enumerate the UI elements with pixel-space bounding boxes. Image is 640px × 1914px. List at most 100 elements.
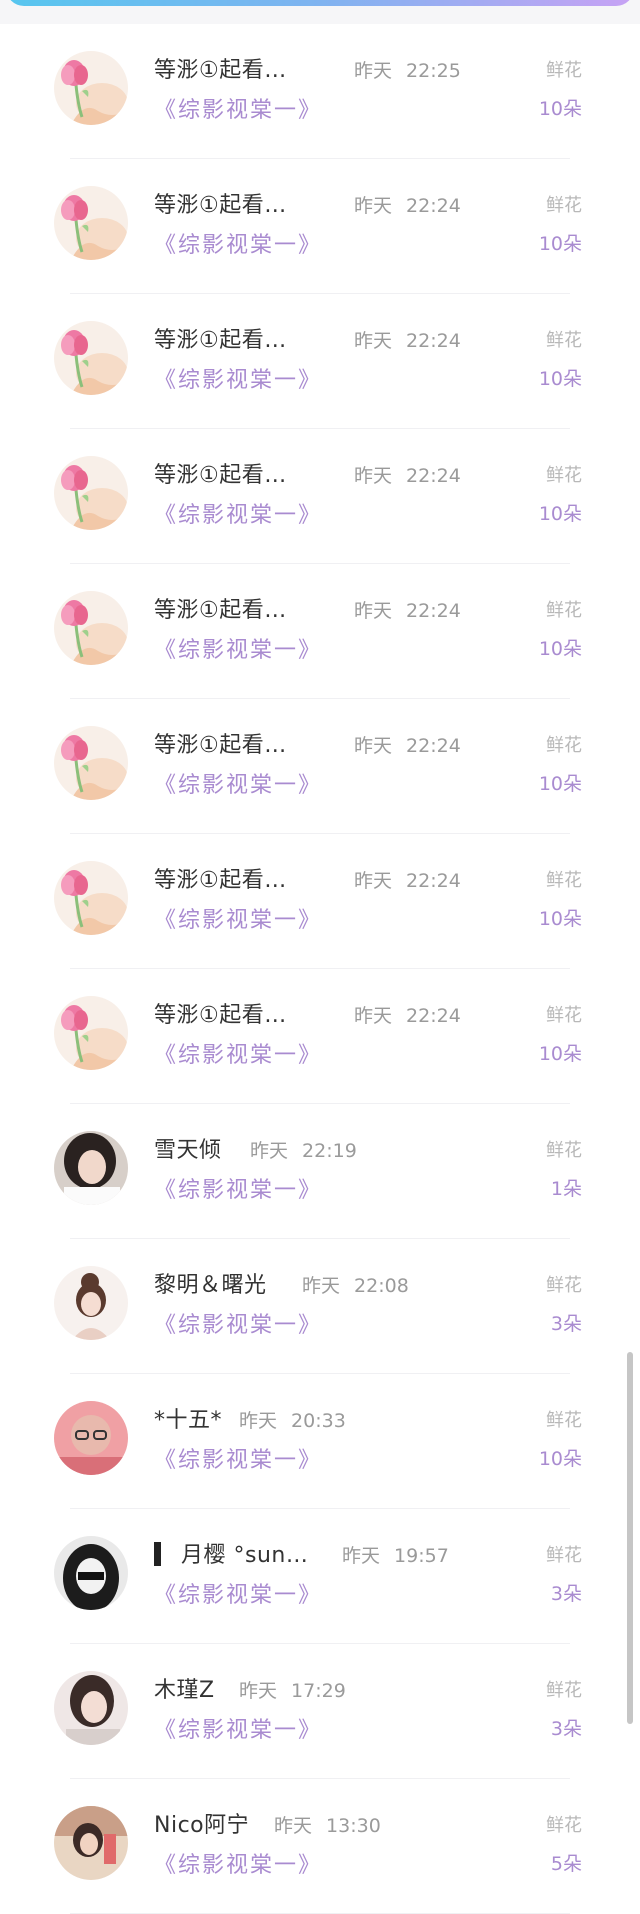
user-name-text: 等浵①起看… [154, 733, 287, 758]
tulip-avatar[interactable] [54, 861, 128, 935]
gift-count: 1朵 [550, 1178, 582, 1200]
user-name-text: 月樱 °sun… [181, 1543, 309, 1568]
gift-record-row[interactable]: 雪天倾 昨天 22:19 《综影视棠一》 鲜花 1朵 [0, 1104, 640, 1239]
user-name[interactable]: 等浵①起看… [154, 52, 287, 84]
user-name-text: 等浵①起看… [154, 598, 287, 623]
book-title-link[interactable]: 《综影视棠一》 [154, 92, 322, 124]
gift-timestamp: 昨天 20:33 [239, 1410, 346, 1432]
book-title-link[interactable]: 《综影视棠一》 [154, 1712, 322, 1744]
user-name[interactable]: 木瑾Z [154, 1672, 215, 1704]
book-title-link[interactable]: 《综影视棠一》 [154, 902, 322, 934]
user-name-text: 雪天倾 [154, 1138, 222, 1163]
user-name-text: 等浵①起看… [154, 868, 287, 893]
user-name[interactable]: *十五* [154, 1402, 222, 1434]
gift-record-row[interactable]: 等浵①起看… 昨天 22:24 《综影视棠一》 鲜花 10朵 [0, 969, 640, 1104]
gift-count: 5朵 [550, 1853, 582, 1875]
tulip-avatar[interactable] [54, 456, 128, 530]
user-name-text: 等浵①起看… [154, 328, 287, 353]
gradient-header-strip [6, 0, 634, 6]
gift-timestamp: 昨天 13:30 [274, 1815, 381, 1837]
user-name-text: 木瑾Z [154, 1678, 215, 1703]
gift-count: 10朵 [538, 1043, 582, 1065]
gift-record-row[interactable]: *十五* 昨天 20:33 《综影视棠一》 鲜花 10朵 [0, 1374, 640, 1509]
user-name[interactable]: Nico阿宁 [154, 1807, 249, 1839]
gift-timestamp: 昨天 22:24 [354, 195, 461, 217]
gift-count: 3朵 [550, 1583, 582, 1605]
book-title-link[interactable]: 《综影视棠一》 [154, 767, 322, 799]
user-name[interactable]: 黎明＆曙光 [154, 1267, 267, 1299]
gift-record-row[interactable]: 等浵①起看… 昨天 22:24 《综影视棠一》 鲜花 10朵 [0, 564, 640, 699]
gift-record-row[interactable]: 等浵①起看… 昨天 22:24 《综影视棠一》 鲜花 10朵 [0, 699, 640, 834]
gift-count: 10朵 [538, 503, 582, 525]
gift-type-label: 鲜花 [546, 600, 582, 621]
gift-type-label: 鲜花 [546, 330, 582, 351]
gift-record-row[interactable]: 等浵①起看… 昨天 22:24 《综影视棠一》 鲜花 10朵 [0, 159, 640, 294]
illustrated-girl-avatar[interactable] [54, 1266, 128, 1340]
gift-timestamp: 昨天 22:19 [250, 1140, 357, 1162]
book-title-link[interactable]: 《综影视棠一》 [154, 362, 322, 394]
book-title-link[interactable]: 《综影视棠一》 [154, 1172, 322, 1204]
tulip-avatar[interactable] [54, 321, 128, 395]
user-name[interactable]: 等浵①起看… [154, 322, 287, 354]
tulip-avatar[interactable] [54, 996, 128, 1070]
book-title-link[interactable]: 《综影视棠一》 [154, 1577, 322, 1609]
gift-record-row[interactable]: 等浵①起看… 昨天 22:24 《综影视棠一》 鲜花 10朵 [0, 429, 640, 564]
gift-type-label: 鲜花 [546, 735, 582, 756]
book-title-link[interactable]: 《综影视棠一》 [154, 497, 322, 529]
gift-record-row[interactable]: 等浵①起看… 昨天 22:24 《综影视棠一》 鲜花 10朵 [0, 294, 640, 429]
scrollbar-thumb[interactable] [627, 1352, 633, 1724]
user-name[interactable]: 等浵①起看… [154, 997, 287, 1029]
gift-type-label: 鲜花 [546, 1815, 582, 1836]
colorful-photo-avatar[interactable] [54, 1806, 128, 1880]
tulip-avatar[interactable] [54, 51, 128, 125]
user-name[interactable]: 等浵①起看… [154, 592, 287, 624]
gift-record-row[interactable]: Nico阿宁 昨天 13:30 《综影视棠一》 鲜花 5朵 [0, 1779, 640, 1914]
gift-timestamp: 昨天 22:25 [354, 60, 461, 82]
user-name-text: 等浵①起看… [154, 58, 287, 83]
top-header-bar [0, 0, 640, 24]
gift-timestamp: 昨天 22:08 [302, 1275, 409, 1297]
name-prefix-bar [154, 1542, 161, 1566]
book-title-link[interactable]: 《综影视棠一》 [154, 632, 322, 664]
gift-count: 10朵 [538, 773, 582, 795]
girl-photo-avatar[interactable] [54, 1671, 128, 1745]
book-title-link[interactable]: 《综影视棠一》 [154, 227, 322, 259]
user-name[interactable]: 等浵①起看… [154, 727, 287, 759]
user-name[interactable]: 月樱 °sun… [154, 1537, 308, 1569]
book-title-link[interactable]: 《综影视棠一》 [154, 1307, 322, 1339]
gift-record-row[interactable]: 等浵①起看… 昨天 22:24 《综影视棠一》 鲜花 10朵 [0, 834, 640, 969]
gift-type-label: 鲜花 [546, 870, 582, 891]
tulip-avatar[interactable] [54, 591, 128, 665]
book-title-link[interactable]: 《综影视棠一》 [154, 1442, 322, 1474]
gift-count: 3朵 [550, 1313, 582, 1335]
gift-record-row[interactable]: 黎明＆曙光 昨天 22:08 《综影视棠一》 鲜花 3朵 [0, 1239, 640, 1374]
gift-timestamp: 昨天 17:29 [239, 1680, 346, 1702]
gift-count: 10朵 [538, 233, 582, 255]
gift-type-label: 鲜花 [546, 1545, 582, 1566]
gift-record-list[interactable]: 等浵①起看… 昨天 22:25 《综影视棠一》 鲜花 10朵 等浵①起看… 昨天 22:24… [0, 24, 640, 1914]
gift-timestamp: 昨天 19:57 [342, 1545, 449, 1567]
user-name-text: Nico阿宁 [154, 1813, 250, 1838]
book-title-link[interactable]: 《综影视棠一》 [154, 1037, 322, 1069]
tulip-avatar[interactable] [54, 726, 128, 800]
gift-timestamp: 昨天 22:24 [354, 1005, 461, 1027]
gift-timestamp: 昨天 22:24 [354, 870, 461, 892]
woman-photo-avatar[interactable] [54, 1131, 128, 1205]
user-name-text: 黎明＆曙光 [154, 1273, 267, 1298]
book-title-link[interactable]: 《综影视棠一》 [154, 1847, 322, 1879]
gift-count: 10朵 [538, 98, 582, 120]
user-name[interactable]: 等浵①起看… [154, 187, 287, 219]
user-name[interactable]: 等浵①起看… [154, 862, 287, 894]
gift-record-row[interactable]: 木瑾Z 昨天 17:29 《综影视棠一》 鲜花 3朵 [0, 1644, 640, 1779]
gift-count: 10朵 [538, 1448, 582, 1470]
gift-type-label: 鲜花 [546, 1680, 582, 1701]
tulip-avatar[interactable] [54, 186, 128, 260]
user-name[interactable]: 雪天倾 [154, 1132, 222, 1164]
gift-record-row[interactable]: 月樱 °sun… 昨天 19:57 《综影视棠一》 鲜花 3朵 [0, 1509, 640, 1644]
hooded-figure-avatar[interactable] [54, 1536, 128, 1610]
user-name[interactable]: 等浵①起看… [154, 457, 287, 489]
gift-record-row[interactable]: 等浵①起看… 昨天 22:25 《综影视棠一》 鲜花 10朵 [0, 24, 640, 159]
pink-photo-avatar[interactable] [54, 1401, 128, 1475]
user-name-text: 等浵①起看… [154, 463, 287, 488]
gift-timestamp: 昨天 22:24 [354, 735, 461, 757]
